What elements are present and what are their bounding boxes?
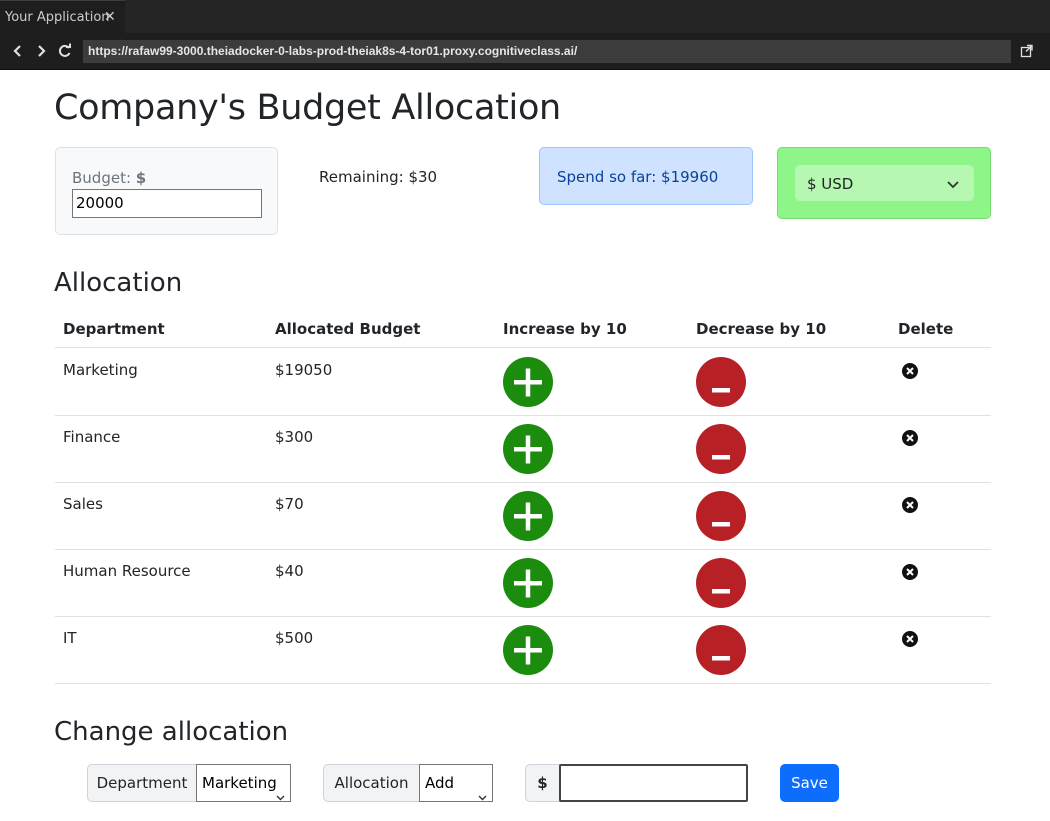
table-row: Marketing $19050 [55, 349, 991, 416]
budget-label: Budget: $ [72, 169, 147, 187]
department-cell: IT [63, 629, 77, 647]
back-icon[interactable] [10, 42, 26, 60]
budget-cell: $300 [275, 428, 314, 446]
url-bar[interactable]: https://rafaw99-3000.theiadocker-0-labs-… [83, 40, 1011, 63]
decrease-button[interactable] [696, 558, 746, 608]
budget-cell: $70 [275, 495, 304, 513]
minus-icon [696, 424, 746, 474]
table-row: IT $500 [55, 617, 991, 684]
plus-icon [503, 558, 553, 608]
minus-icon [696, 357, 746, 407]
plus-icon [503, 491, 553, 541]
chevron-down-icon [946, 177, 960, 189]
minus-icon [696, 625, 746, 675]
budget-cell: $500 [275, 629, 314, 647]
delete-icon[interactable] [902, 363, 918, 379]
delete-icon[interactable] [902, 497, 918, 513]
department-selected: Marketing [202, 774, 277, 792]
delete-icon[interactable] [902, 631, 918, 647]
ide-tab-bar: Your Application ✕ [0, 0, 1050, 33]
currency-prefix: $ [525, 764, 560, 802]
allocation-type-select[interactable]: Add [419, 764, 493, 802]
increase-button[interactable] [503, 357, 553, 407]
increase-button[interactable] [503, 625, 553, 675]
department-select[interactable]: Marketing [196, 764, 291, 802]
department-label: Department [87, 764, 197, 802]
remaining-text: Remaining: $30 [319, 168, 438, 186]
column-header: Delete [898, 320, 954, 338]
app-page: Company's Budget Allocation Budget: $ 20… [0, 70, 1050, 821]
column-header: Increase by 10 [503, 320, 627, 338]
column-header: Decrease by 10 [696, 320, 827, 338]
department-cell: Sales [63, 495, 103, 513]
column-header: Department [63, 320, 165, 338]
minus-icon [696, 491, 746, 541]
plus-icon [503, 357, 553, 407]
budget-input[interactable]: 20000 [72, 189, 262, 218]
currency-dropdown[interactable]: $ USD [795, 165, 974, 201]
decrease-button[interactable] [696, 424, 746, 474]
allocation-selected: Add [425, 774, 455, 792]
plus-icon [503, 424, 553, 474]
decrease-button[interactable] [696, 491, 746, 541]
currency-box: $ USD [777, 147, 991, 219]
department-cell: Marketing [63, 361, 138, 379]
browser-nav-bar: https://rafaw99-3000.theiadocker-0-labs-… [0, 33, 1050, 70]
increase-button[interactable] [503, 491, 553, 541]
delete-icon[interactable] [902, 564, 918, 580]
budget-box: Budget: $ 20000 [55, 147, 278, 235]
column-header: Allocated Budget [275, 320, 421, 338]
plus-icon [503, 625, 553, 675]
allocation-label: Allocation [323, 764, 420, 802]
open-external-icon[interactable] [1019, 42, 1035, 60]
budget-cell: $19050 [275, 361, 333, 379]
tab-title: Your Application [5, 9, 110, 25]
close-tab-icon[interactable]: ✕ [104, 9, 118, 25]
table-row: Sales $70 [55, 483, 991, 550]
table-row: Human Resource $40 [55, 550, 991, 617]
minus-icon [696, 558, 746, 608]
table-header: Department Allocated Budget Increase by … [55, 310, 991, 348]
increase-button[interactable] [503, 558, 553, 608]
page-title: Company's Budget Allocation [54, 88, 561, 128]
tab-your-application[interactable]: Your Application ✕ [0, 0, 125, 33]
department-cell: Finance [63, 428, 121, 446]
amount-input[interactable] [559, 764, 748, 802]
change-allocation-heading: Change allocation [54, 717, 289, 747]
spend-so-far-box: Spend so far: $19960 [539, 147, 753, 205]
table-row: Finance $300 [55, 416, 991, 483]
currency-selected: $ USD [807, 175, 854, 193]
chevron-down-icon [478, 779, 487, 801]
save-button[interactable]: Save [780, 764, 839, 802]
decrease-button[interactable] [696, 357, 746, 407]
department-cell: Human Resource [63, 562, 191, 580]
spend-so-far-text: Spend so far: $19960 [557, 168, 719, 186]
allocation-heading: Allocation [54, 268, 183, 298]
budget-cell: $40 [275, 562, 304, 580]
delete-icon[interactable] [902, 430, 918, 446]
chevron-down-icon [276, 779, 285, 801]
forward-icon[interactable] [33, 42, 49, 60]
decrease-button[interactable] [696, 625, 746, 675]
increase-button[interactable] [503, 424, 553, 474]
reload-icon[interactable] [57, 42, 73, 60]
